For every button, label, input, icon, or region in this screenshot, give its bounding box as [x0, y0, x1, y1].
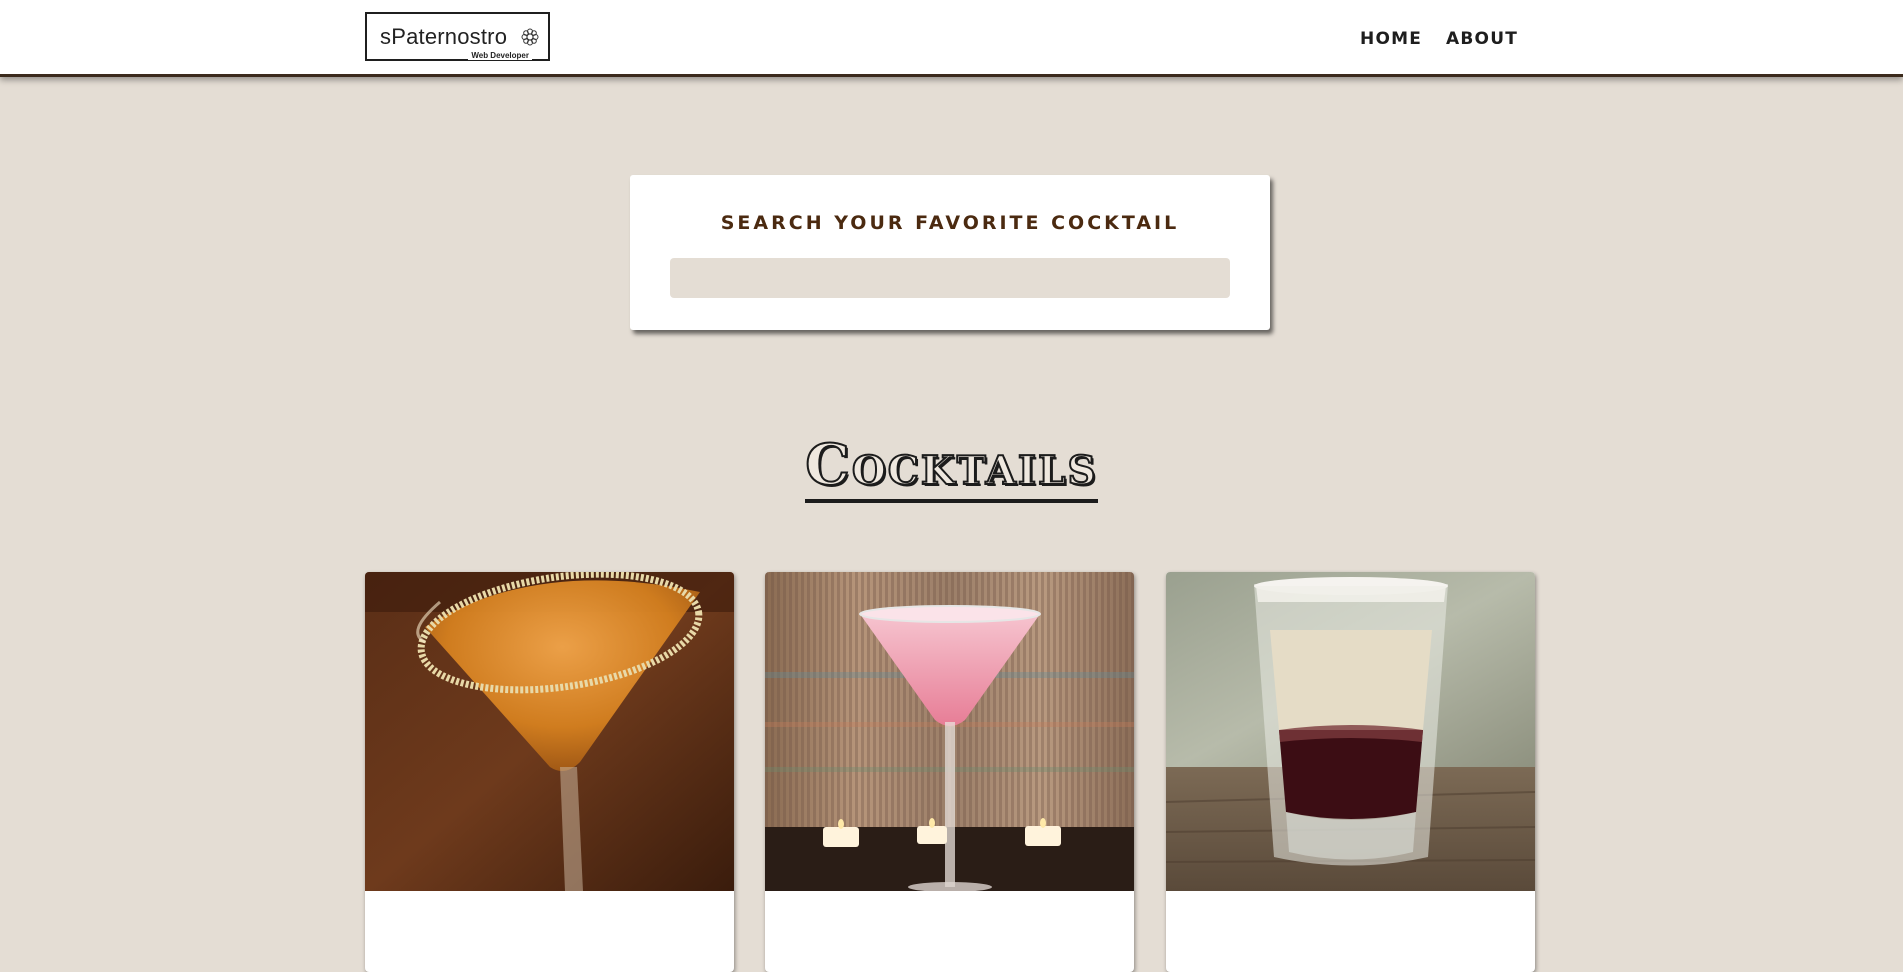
pink-martini-photo[interactable]: [765, 572, 1134, 891]
top-navbar: sPaternostro Web Developer HOME ABOUT: [0, 0, 1903, 77]
flower-emblem-icon: [521, 28, 539, 46]
nav-about-link[interactable]: ABOUT: [1446, 29, 1518, 49]
search-heading: SEARCH YOUR FAVORITE COCKTAIL: [720, 212, 1180, 234]
site-logo[interactable]: sPaternostro Web Developer: [365, 12, 550, 61]
cocktail-card[interactable]: [765, 572, 1134, 972]
cocktail-card[interactable]: [1166, 572, 1535, 972]
orange-martini-image: [365, 572, 734, 891]
logo-tagline: Web Developer: [468, 51, 532, 60]
search-input[interactable]: [670, 258, 1230, 298]
pink-martini-image: [765, 572, 1134, 891]
nav-home-link[interactable]: HOME: [1360, 29, 1422, 49]
layered-shot-image: [1166, 572, 1535, 891]
logo-name: sPaternostro: [380, 24, 508, 49]
main-nav: HOME ABOUT: [1360, 29, 1518, 49]
section-title: Cocktails: [0, 431, 1903, 503]
section-title-text: Cocktails: [804, 431, 1098, 503]
orange-martini-photo[interactable]: [365, 572, 734, 891]
layered-shot-photo[interactable]: [1166, 572, 1535, 891]
search-panel: SEARCH YOUR FAVORITE COCKTAIL: [630, 175, 1270, 330]
cocktail-card[interactable]: [365, 572, 734, 972]
